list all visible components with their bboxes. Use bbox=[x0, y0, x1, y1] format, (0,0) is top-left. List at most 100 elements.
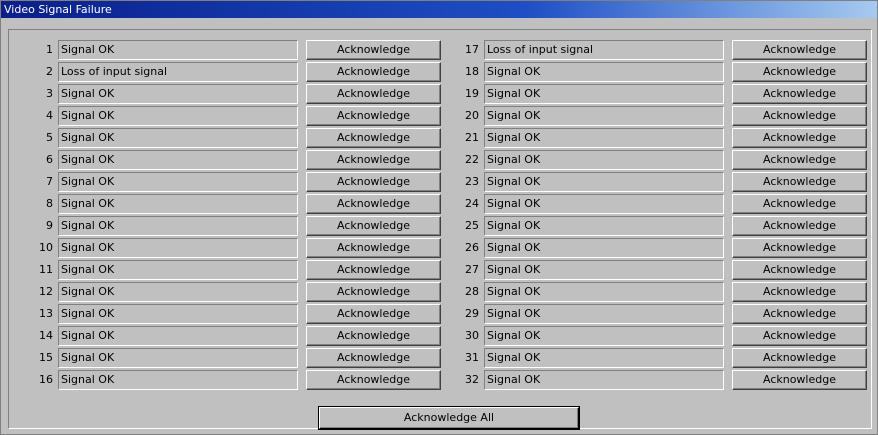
channel-row: 28 Signal OK Acknowledge bbox=[427, 282, 867, 302]
acknowledge-button[interactable]: Acknowledge bbox=[306, 172, 441, 192]
channel-status-field: Signal OK bbox=[484, 260, 724, 280]
channel-status-field: Signal OK bbox=[484, 238, 724, 258]
channel-number: 25 bbox=[465, 219, 479, 232]
acknowledge-button[interactable]: Acknowledge bbox=[306, 40, 441, 60]
acknowledge-button[interactable]: Acknowledge bbox=[306, 370, 441, 390]
channel-status-field: Signal OK bbox=[484, 370, 724, 390]
channel-row: 29 Signal OK Acknowledge bbox=[427, 304, 867, 324]
acknowledge-button[interactable]: Acknowledge bbox=[732, 128, 867, 148]
channel-number: 21 bbox=[465, 131, 479, 144]
acknowledge-button[interactable]: Acknowledge bbox=[732, 304, 867, 324]
channel-number: 31 bbox=[465, 351, 479, 364]
channel-row: 19 Signal OK Acknowledge bbox=[427, 84, 867, 104]
channel-row: 22 Signal OK Acknowledge bbox=[427, 150, 867, 170]
channel-status-field: Loss of input signal bbox=[484, 40, 724, 60]
channel-row: 21 Signal OK Acknowledge bbox=[427, 128, 867, 148]
acknowledge-button[interactable]: Acknowledge bbox=[306, 84, 441, 104]
acknowledge-all-button[interactable]: Acknowledge All bbox=[319, 407, 579, 429]
channel-number: 19 bbox=[465, 87, 479, 100]
channel-number: 16 bbox=[39, 373, 53, 386]
channel-row: 16 Signal OK Acknowledge bbox=[1, 370, 441, 390]
video-signal-failure-window: Video Signal Failure 1 Signal OK Acknowled… bbox=[0, 0, 878, 435]
channel-row: 27 Signal OK Acknowledge bbox=[427, 260, 867, 280]
acknowledge-button[interactable]: Acknowledge bbox=[732, 150, 867, 170]
channel-number: 12 bbox=[39, 285, 53, 298]
acknowledge-button[interactable]: Acknowledge bbox=[732, 84, 867, 104]
channel-number: 22 bbox=[465, 153, 479, 166]
acknowledge-button[interactable]: Acknowledge bbox=[306, 282, 441, 302]
channel-status-field: Signal OK bbox=[484, 106, 724, 126]
channel-status-field: Signal OK bbox=[58, 326, 298, 346]
acknowledge-button[interactable]: Acknowledge bbox=[306, 260, 441, 280]
channel-row: 7 Signal OK Acknowledge bbox=[1, 172, 441, 192]
channel-row: 15 Signal OK Acknowledge bbox=[1, 348, 441, 368]
channel-status-field: Signal OK bbox=[58, 194, 298, 214]
channel-status-field: Signal OK bbox=[58, 304, 298, 324]
channel-number: 8 bbox=[46, 197, 53, 210]
acknowledge-button[interactable]: Acknowledge bbox=[732, 106, 867, 126]
channel-row: 23 Signal OK Acknowledge bbox=[427, 172, 867, 192]
acknowledge-button[interactable]: Acknowledge bbox=[732, 172, 867, 192]
acknowledge-button[interactable]: Acknowledge bbox=[306, 216, 441, 236]
acknowledge-button[interactable]: Acknowledge bbox=[306, 326, 441, 346]
channel-status-field: Signal OK bbox=[484, 282, 724, 302]
channel-number: 30 bbox=[465, 329, 479, 342]
channel-status-field: Signal OK bbox=[58, 370, 298, 390]
acknowledge-button[interactable]: Acknowledge bbox=[306, 150, 441, 170]
channel-number: 6 bbox=[46, 153, 53, 166]
channel-number: 24 bbox=[465, 197, 479, 210]
channel-number: 18 bbox=[465, 65, 479, 78]
channel-row: 32 Signal OK Acknowledge bbox=[427, 370, 867, 390]
channel-status-field: Signal OK bbox=[484, 216, 724, 236]
acknowledge-button[interactable]: Acknowledge bbox=[306, 194, 441, 214]
channel-row: 5 Signal OK Acknowledge bbox=[1, 128, 441, 148]
channel-number: 20 bbox=[465, 109, 479, 122]
acknowledge-button[interactable]: Acknowledge bbox=[306, 238, 441, 258]
channel-status-field: Signal OK bbox=[58, 40, 298, 60]
acknowledge-button[interactable]: Acknowledge bbox=[306, 304, 441, 324]
channel-number: 7 bbox=[46, 175, 53, 188]
channel-row: 24 Signal OK Acknowledge bbox=[427, 194, 867, 214]
acknowledge-button[interactable]: Acknowledge bbox=[732, 62, 867, 82]
channel-row: 14 Signal OK Acknowledge bbox=[1, 326, 441, 346]
channel-number: 1 bbox=[46, 43, 53, 56]
acknowledge-button[interactable]: Acknowledge bbox=[306, 348, 441, 368]
acknowledge-button[interactable]: Acknowledge bbox=[306, 128, 441, 148]
channel-status-field: Signal OK bbox=[58, 260, 298, 280]
acknowledge-button[interactable]: Acknowledge bbox=[732, 194, 867, 214]
channel-status-field: Signal OK bbox=[58, 128, 298, 148]
channel-status-field: Signal OK bbox=[58, 282, 298, 302]
channel-number: 9 bbox=[46, 219, 53, 232]
channel-number: 3 bbox=[46, 87, 53, 100]
channel-number: 10 bbox=[39, 241, 53, 254]
channel-status-field: Signal OK bbox=[484, 84, 724, 104]
acknowledge-button[interactable]: Acknowledge bbox=[306, 62, 441, 82]
acknowledge-button[interactable]: Acknowledge bbox=[732, 216, 867, 236]
acknowledge-button[interactable]: Acknowledge bbox=[732, 282, 867, 302]
acknowledge-button[interactable]: Acknowledge bbox=[306, 106, 441, 126]
channel-status-field: Signal OK bbox=[484, 304, 724, 324]
acknowledge-button[interactable]: Acknowledge bbox=[732, 370, 867, 390]
channel-status-field: Signal OK bbox=[484, 172, 724, 192]
channel-status-field: Signal OK bbox=[484, 62, 724, 82]
channel-row: 25 Signal OK Acknowledge bbox=[427, 216, 867, 236]
channel-status-field: Signal OK bbox=[484, 326, 724, 346]
channel-row: 1 Signal OK Acknowledge bbox=[1, 40, 441, 60]
channel-status-field: Signal OK bbox=[58, 172, 298, 192]
channel-number: 27 bbox=[465, 263, 479, 276]
channel-row: 4 Signal OK Acknowledge bbox=[1, 106, 441, 126]
channel-row: 9 Signal OK Acknowledge bbox=[1, 216, 441, 236]
channel-number: 5 bbox=[46, 131, 53, 144]
acknowledge-button[interactable]: Acknowledge bbox=[732, 260, 867, 280]
acknowledge-button[interactable]: Acknowledge bbox=[732, 348, 867, 368]
acknowledge-button[interactable]: Acknowledge bbox=[732, 326, 867, 346]
channel-status-field: Signal OK bbox=[484, 128, 724, 148]
channel-status-field: Signal OK bbox=[58, 84, 298, 104]
acknowledge-button[interactable]: Acknowledge bbox=[732, 40, 867, 60]
channel-row: 31 Signal OK Acknowledge bbox=[427, 348, 867, 368]
channel-row: 11 Signal OK Acknowledge bbox=[1, 260, 441, 280]
channel-number: 4 bbox=[46, 109, 53, 122]
channel-status-field: Signal OK bbox=[58, 106, 298, 126]
acknowledge-button[interactable]: Acknowledge bbox=[732, 238, 867, 258]
channel-row: 17 Loss of input signal Acknowledge bbox=[427, 40, 867, 60]
